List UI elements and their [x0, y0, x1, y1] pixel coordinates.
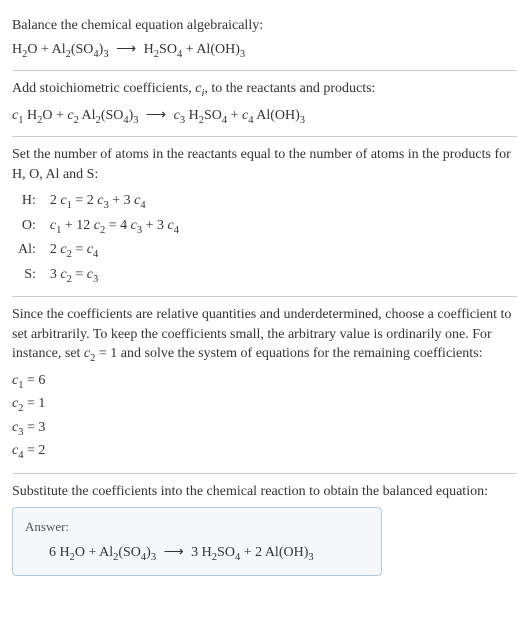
table-row: O: c1 + 12 c2 = 4 c3 + 3 c4	[12, 215, 185, 239]
val: = 6	[23, 373, 45, 388]
sp3: H	[185, 108, 199, 123]
val: = 2	[23, 443, 45, 458]
mid: =	[72, 267, 87, 282]
ans-b: O + Al	[75, 545, 113, 560]
mid: + 3	[142, 218, 167, 233]
mid: + 3	[109, 193, 134, 208]
ans-g: + 2 Al(OH)	[240, 545, 308, 560]
sp2: Al	[79, 108, 96, 123]
mid: =	[72, 242, 87, 257]
solve-text-b: = 1 and solve the system of equations fo…	[95, 346, 482, 361]
sp2b: (SO	[101, 108, 124, 123]
cs: 4	[140, 200, 145, 211]
section-balance-intro: Balance the chemical equation algebraica…	[12, 8, 517, 70]
rhs-so4: SO	[159, 42, 177, 57]
atom-equations-table: H: 2 c1 = 2 c3 + 3 c4 O: c1 + 12 c2 = 4 …	[12, 190, 185, 288]
sp3c: +	[227, 108, 242, 123]
arrow-icon: ⟶	[116, 40, 136, 60]
stoich-title-a: Add stoichiometric coefficients,	[12, 81, 195, 96]
sp4s: 3	[300, 114, 305, 125]
sp1b: O +	[42, 108, 67, 123]
unbalanced-equation: H2O + Al2(SO4)3 ⟶ H2SO4 + Al(OH)3	[12, 40, 517, 62]
balanced-equation: 6 H2O + Al2(SO4)3 ⟶ 3 H2SO4 + 2 Al(OH)3	[25, 543, 369, 565]
pre: 2	[50, 242, 61, 257]
lhs-h2o-h: H	[12, 42, 22, 57]
element-equation: 2 c2 = c4	[44, 239, 185, 263]
answer-label: Answer:	[25, 518, 369, 536]
mid: + 12	[61, 218, 93, 233]
sp2cs: 3	[133, 114, 138, 125]
table-row: S: 3 c2 = c3	[12, 264, 185, 288]
section-answer: Substitute the coefficients into the che…	[12, 474, 517, 584]
arrow-icon: ⟶	[146, 106, 166, 126]
element-label: S:	[12, 264, 44, 288]
ans-a: 6 H	[49, 545, 70, 560]
val: = 1	[23, 396, 45, 411]
atoms-title: Set the number of atoms in the reactants…	[12, 145, 517, 184]
rhs-h2so4-h: H	[144, 42, 154, 57]
rhs-aloh3-3: 3	[240, 48, 245, 59]
element-label: Al:	[12, 239, 44, 263]
section-solve: Since the coefficients are relative quan…	[12, 297, 517, 473]
mid: = 4	[105, 218, 130, 233]
element-equation: c1 + 12 c2 = 4 c3 + 3 c4	[44, 215, 185, 239]
val: = 3	[23, 420, 45, 435]
lhs-so4: (SO	[71, 42, 94, 57]
list-item: c4 = 2	[12, 441, 517, 463]
element-equation: 3 c2 = c3	[44, 264, 185, 288]
pre: 2	[50, 193, 61, 208]
section-atoms: Set the number of atoms in the reactants…	[12, 137, 517, 296]
stoich-title-b: , to the reactants and products:	[204, 81, 375, 96]
table-row: H: 2 c1 = 2 c3 + 3 c4	[12, 190, 185, 214]
element-label: H:	[12, 190, 44, 214]
ans-e: 3 H	[191, 545, 212, 560]
list-item: c2 = 1	[12, 394, 517, 416]
solve-text: Since the coefficients are relative quan…	[12, 305, 517, 367]
cs: 4	[93, 249, 98, 260]
ans-c: (SO	[118, 545, 141, 560]
section-stoich: Add stoichiometric coefficients, ci, to …	[12, 71, 517, 136]
lhs-al: O + Al	[27, 42, 65, 57]
table-row: Al: 2 c2 = c4	[12, 239, 185, 263]
mid: = 2	[72, 193, 97, 208]
answer-title: Substitute the coefficients into the che…	[12, 482, 517, 502]
ans-f: SO	[217, 545, 235, 560]
pre: 3	[50, 267, 61, 282]
stoich-equation: c1 H2O + c2 Al2(SO4)3 ⟶ c3 H2SO4 + c4 Al…	[12, 106, 517, 128]
list-item: c3 = 3	[12, 418, 517, 440]
cs: 4	[174, 225, 179, 236]
stoich-title: Add stoichiometric coefficients, ci, to …	[12, 79, 517, 101]
intro-title: Balance the chemical equation algebraica…	[12, 16, 517, 36]
ans-gs: 3	[308, 551, 313, 562]
arrow-icon: ⟶	[164, 543, 184, 563]
lhs-3: 3	[103, 48, 108, 59]
ans-ds: 3	[151, 551, 156, 562]
rhs-aloh3: + Al(OH)	[182, 42, 240, 57]
list-item: c1 = 6	[12, 371, 517, 393]
sp4: Al(OH)	[254, 108, 300, 123]
sp3b: SO	[204, 108, 222, 123]
cs: 3	[93, 273, 98, 284]
element-label: O:	[12, 215, 44, 239]
coefficient-list: c1 = 6 c2 = 1 c3 = 3 c4 = 2	[12, 371, 517, 464]
answer-box: Answer: 6 H2O + Al2(SO4)3 ⟶ 3 H2SO4 + 2 …	[12, 507, 382, 576]
sp1: H	[23, 108, 37, 123]
element-equation: 2 c1 = 2 c3 + 3 c4	[44, 190, 185, 214]
